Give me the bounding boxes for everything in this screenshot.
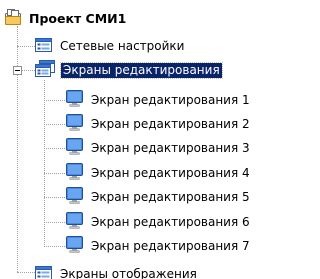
tree-node-label: Экран редактирования 7	[91, 238, 250, 253]
monitor-icon	[66, 90, 83, 110]
tree-node-label: Экран редактирования 5	[91, 189, 250, 204]
project-icon	[4, 8, 22, 29]
tree-node-label: Экран редактирования 3	[91, 140, 250, 155]
tree-line	[44, 173, 65, 174]
tree-line	[44, 197, 65, 198]
monitor-icon	[66, 236, 83, 256]
tree-node-label: Экран редактирования 1	[91, 92, 250, 107]
tree-node-edit-screen-4[interactable]: Экран редактирования 4	[66, 163, 252, 183]
tree-node-label: Экраны редактирования	[60, 61, 223, 79]
tree-node-label: Экран редактирования 4	[91, 165, 250, 180]
tree-line	[44, 246, 65, 247]
tree-line	[44, 124, 65, 125]
tree-node-label: Проект СМИ1	[29, 10, 127, 26]
screens-folder-icon	[35, 265, 52, 279]
tree-node-label: Экраны отображения	[60, 266, 197, 279]
settings-page-icon	[35, 37, 52, 56]
monitor-icon	[66, 163, 83, 183]
tree-node-label: Сетевые настройки	[60, 38, 185, 53]
monitor-icon	[66, 212, 83, 232]
tree-node-label: Экран редактирования 6	[91, 214, 250, 229]
tree-node-project[interactable]: Проект СМИ1	[4, 8, 128, 28]
tree-node-edit-screen-2[interactable]: Экран редактирования 2	[66, 114, 252, 134]
tree-line	[17, 46, 35, 47]
tree-node-edit-screens[interactable]: Экраны редактирования	[35, 60, 223, 80]
tree-node-label: Экран редактирования 2	[91, 116, 250, 131]
tree-line	[17, 26, 18, 272]
tree-line	[44, 148, 65, 149]
monitor-icon	[66, 114, 83, 134]
tree-line	[44, 222, 65, 223]
tree-line	[44, 100, 65, 101]
monitor-icon	[66, 187, 83, 207]
tree-line	[17, 272, 35, 273]
tree-line	[22, 70, 35, 71]
project-tree: Проект СМИ1 Сетевые настройки Экраны ред…	[0, 0, 263, 279]
collapse-toggle[interactable]	[13, 66, 22, 75]
tree-node-edit-screen-1[interactable]: Экран редактирования 1	[66, 90, 252, 110]
tree-node-edit-screen-3[interactable]: Экран редактирования 3	[66, 138, 252, 158]
screens-folder-icon	[35, 60, 55, 80]
tree-node-edit-screen-5[interactable]: Экран редактирования 5	[66, 187, 252, 207]
tree-node-display-screens[interactable]: Экраны отображения	[35, 264, 199, 279]
monitor-icon	[66, 138, 83, 158]
tree-node-network-settings[interactable]: Сетевые настройки	[35, 36, 186, 56]
tree-node-edit-screen-6[interactable]: Экран редактирования 6	[66, 212, 252, 232]
tree-node-edit-screen-7[interactable]: Экран редактирования 7	[66, 236, 252, 256]
